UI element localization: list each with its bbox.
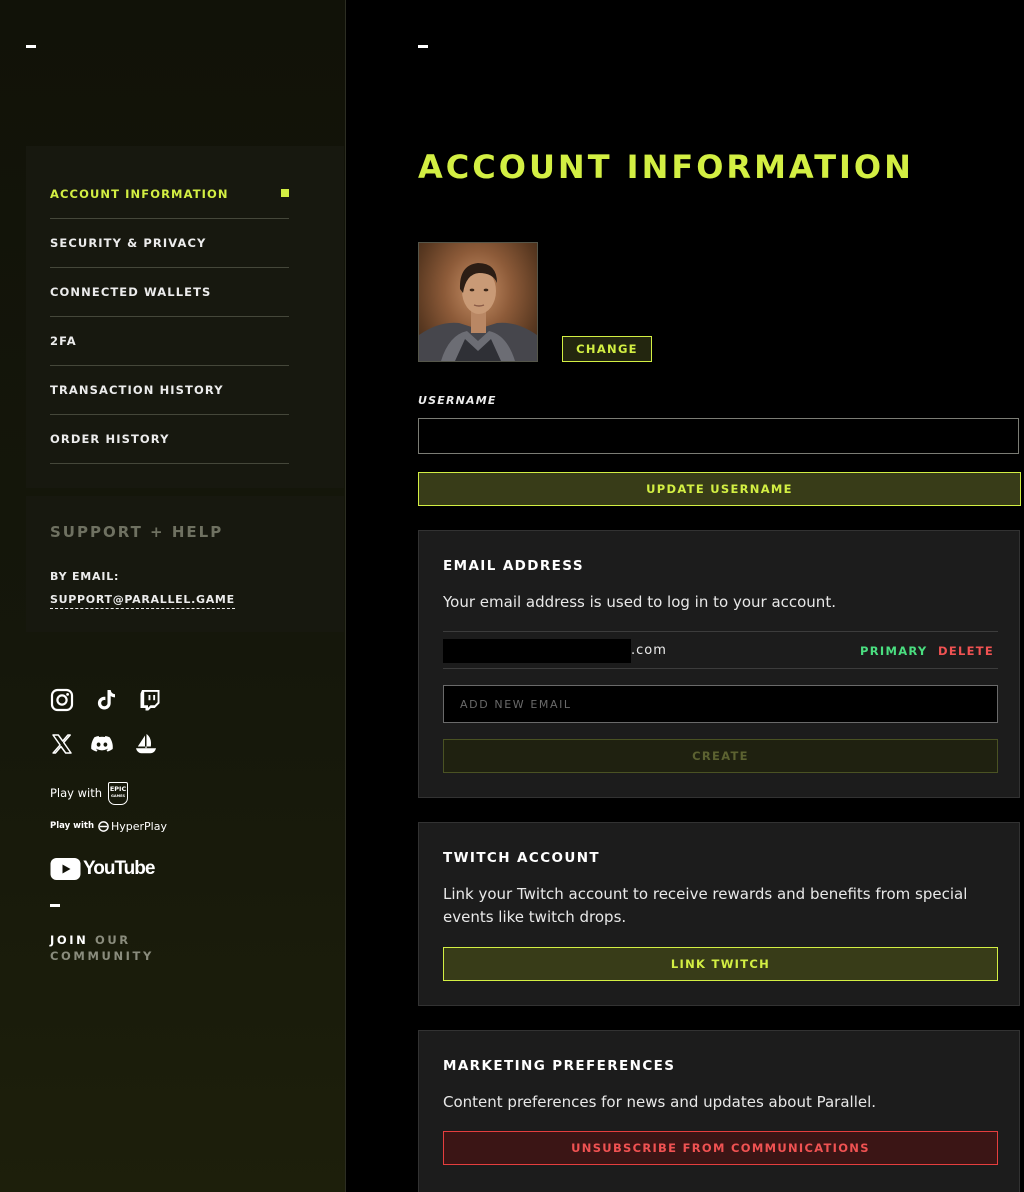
change-avatar-button[interactable]: CHANGE (562, 336, 652, 362)
marketing-preferences-card: MARKETING PREFERENCES Content preference… (418, 1030, 1020, 1192)
youtube-wordmark: YouTube (83, 858, 155, 879)
nav-item-label: SECURITY & PRIVACY (50, 235, 207, 250)
page-title: ACCOUNT INFORMATION (418, 148, 914, 186)
twitch-account-card: TWITCH ACCOUNT Link your Twitch account … (418, 822, 1020, 1006)
join-community-text[interactable]: JOIN OUR COMMUNITY (50, 932, 154, 964)
nav-item-order-history[interactable]: ORDER HISTORY (50, 414, 289, 464)
nav-item-label: 2FA (50, 333, 77, 348)
tiktok-icon[interactable] (94, 688, 118, 712)
twitch-card-description: Link your Twitch account to receive rewa… (443, 885, 968, 926)
account-nav: ACCOUNT INFORMATION SECURITY & PRIVACY C… (26, 146, 344, 488)
divider-dash (50, 904, 60, 907)
instagram-icon[interactable] (50, 688, 74, 712)
support-email-link[interactable]: SUPPORT@PARALLEL.GAME (50, 593, 235, 609)
unsubscribe-button[interactable]: UNSUBSCRIBE FROM COMMUNICATIONS (443, 1131, 998, 1165)
link-twitch-button[interactable]: LINK TWITCH (443, 947, 998, 981)
update-username-button[interactable]: UPDATE USERNAME (418, 472, 1021, 506)
logo-mark (26, 45, 36, 48)
support-by-email-label: BY EMAIL: (50, 570, 120, 583)
play-with-label: Play with (50, 821, 94, 831)
join-word: OUR (94, 933, 131, 947)
discord-icon[interactable] (90, 732, 114, 756)
delete-email-button[interactable]: DELETE (938, 644, 994, 658)
support-title: SUPPORT + HELP (50, 523, 224, 541)
primary-badge: PRIMARY (860, 644, 928, 658)
email-redacted-block (443, 639, 631, 663)
active-indicator-icon (281, 189, 289, 197)
play-with-hyperplay-link[interactable]: Play with HyperPlay (50, 818, 167, 834)
avatar (418, 242, 538, 362)
email-card-description: Your email address is used to log in to … (443, 593, 836, 611)
nav-item-connected-wallets[interactable]: CONNECTED WALLETS (50, 267, 289, 317)
nav-item-label: ORDER HISTORY (50, 431, 170, 446)
username-input[interactable] (418, 418, 1019, 454)
nav-item-account-information[interactable]: ACCOUNT INFORMATION (50, 169, 289, 219)
nav-item-label: CONNECTED WALLETS (50, 284, 212, 299)
epic-games-logo-icon: EPIC GAMES (108, 781, 129, 805)
sidebar: ACCOUNT INFORMATION SECURITY & PRIVACY C… (0, 0, 346, 1192)
support-panel: SUPPORT + HELP BY EMAIL: SUPPORT@PARALLE… (26, 496, 344, 632)
nav-item-label: ACCOUNT INFORMATION (50, 186, 229, 201)
email-row: .com PRIMARY DELETE (443, 631, 998, 669)
header-mark (418, 45, 428, 48)
marketing-card-title: MARKETING PREFERENCES (443, 1058, 676, 1074)
play-with-epic-link[interactable]: Play with EPIC GAMES (50, 781, 129, 805)
hyperplay-logo-icon (98, 820, 109, 832)
nav-item-2fa[interactable]: 2FA (50, 316, 289, 366)
twitch-card-title: TWITCH ACCOUNT (443, 850, 601, 866)
join-word: JOIN (50, 933, 89, 947)
play-with-label: Play with (50, 786, 103, 800)
email-card-title: EMAIL ADDRESS (443, 558, 584, 574)
opensea-icon[interactable] (134, 732, 158, 756)
youtube-link[interactable]: YouTube (50, 856, 155, 882)
join-word: COMMUNITY (50, 949, 154, 963)
twitch-icon[interactable] (138, 688, 162, 712)
create-email-button[interactable]: CREATE (443, 739, 998, 773)
nav-item-security-privacy[interactable]: SECURITY & PRIVACY (50, 218, 289, 268)
x-icon[interactable] (50, 732, 74, 756)
nav-item-label: TRANSACTION HISTORY (50, 382, 224, 397)
marketing-card-description: Content preferences for news and updates… (443, 1093, 877, 1111)
hyperplay-brand: HyperPlay (111, 819, 167, 833)
avatar-portrait-image (419, 263, 537, 361)
nav-item-transaction-history[interactable]: TRANSACTION HISTORY (50, 365, 289, 415)
youtube-icon (50, 858, 81, 880)
email-domain: .com (631, 643, 667, 658)
username-label: USERNAME (418, 394, 497, 407)
email-address-card: EMAIL ADDRESS Your email address is used… (418, 530, 1020, 798)
new-email-input[interactable] (443, 685, 998, 723)
